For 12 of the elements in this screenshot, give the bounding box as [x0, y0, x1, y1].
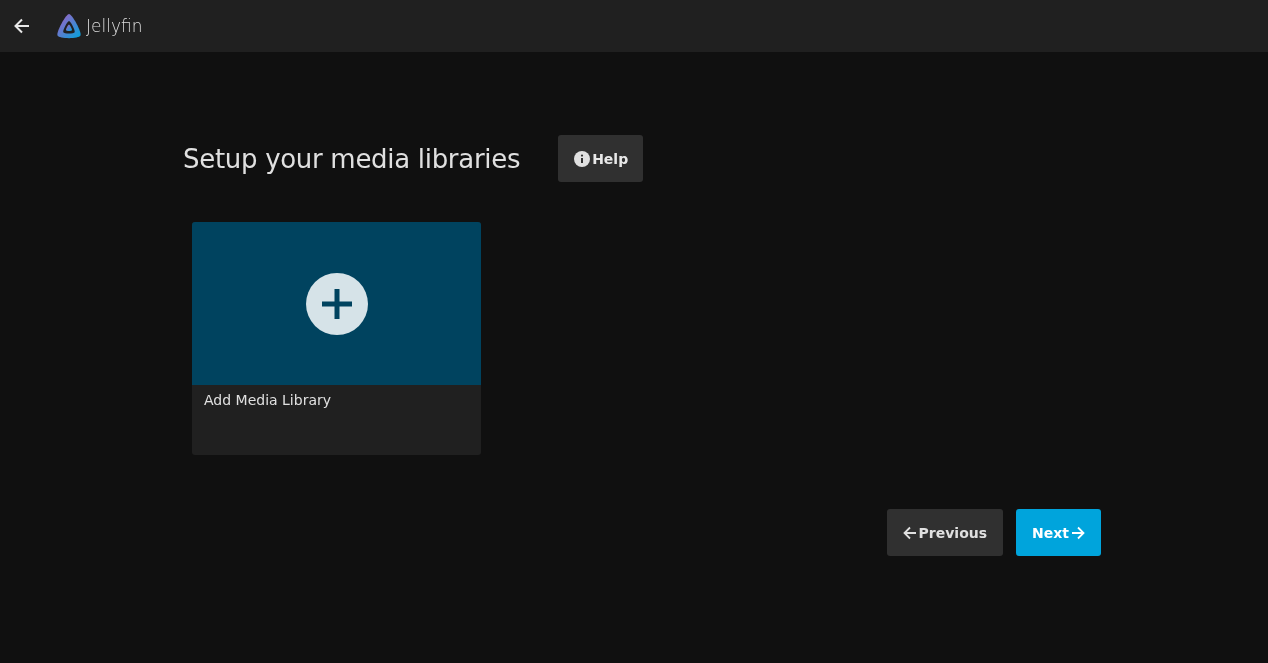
plus-icon [305, 272, 368, 335]
arrow-right-icon [1071, 525, 1085, 540]
card-label: Add Media Library [204, 392, 331, 408]
back-arrow-icon [12, 16, 32, 36]
arrow-left-icon [902, 525, 917, 540]
library-card[interactable]: Add Media Library [192, 222, 481, 455]
previous-button[interactable]: Previous [886, 509, 1004, 556]
help-button[interactable]: Help [558, 135, 644, 182]
page-title: Setup your media libraries [183, 143, 521, 174]
app-name: Jellyfin [86, 16, 143, 36]
info-icon [574, 150, 591, 167]
logo-icon [55, 12, 83, 40]
